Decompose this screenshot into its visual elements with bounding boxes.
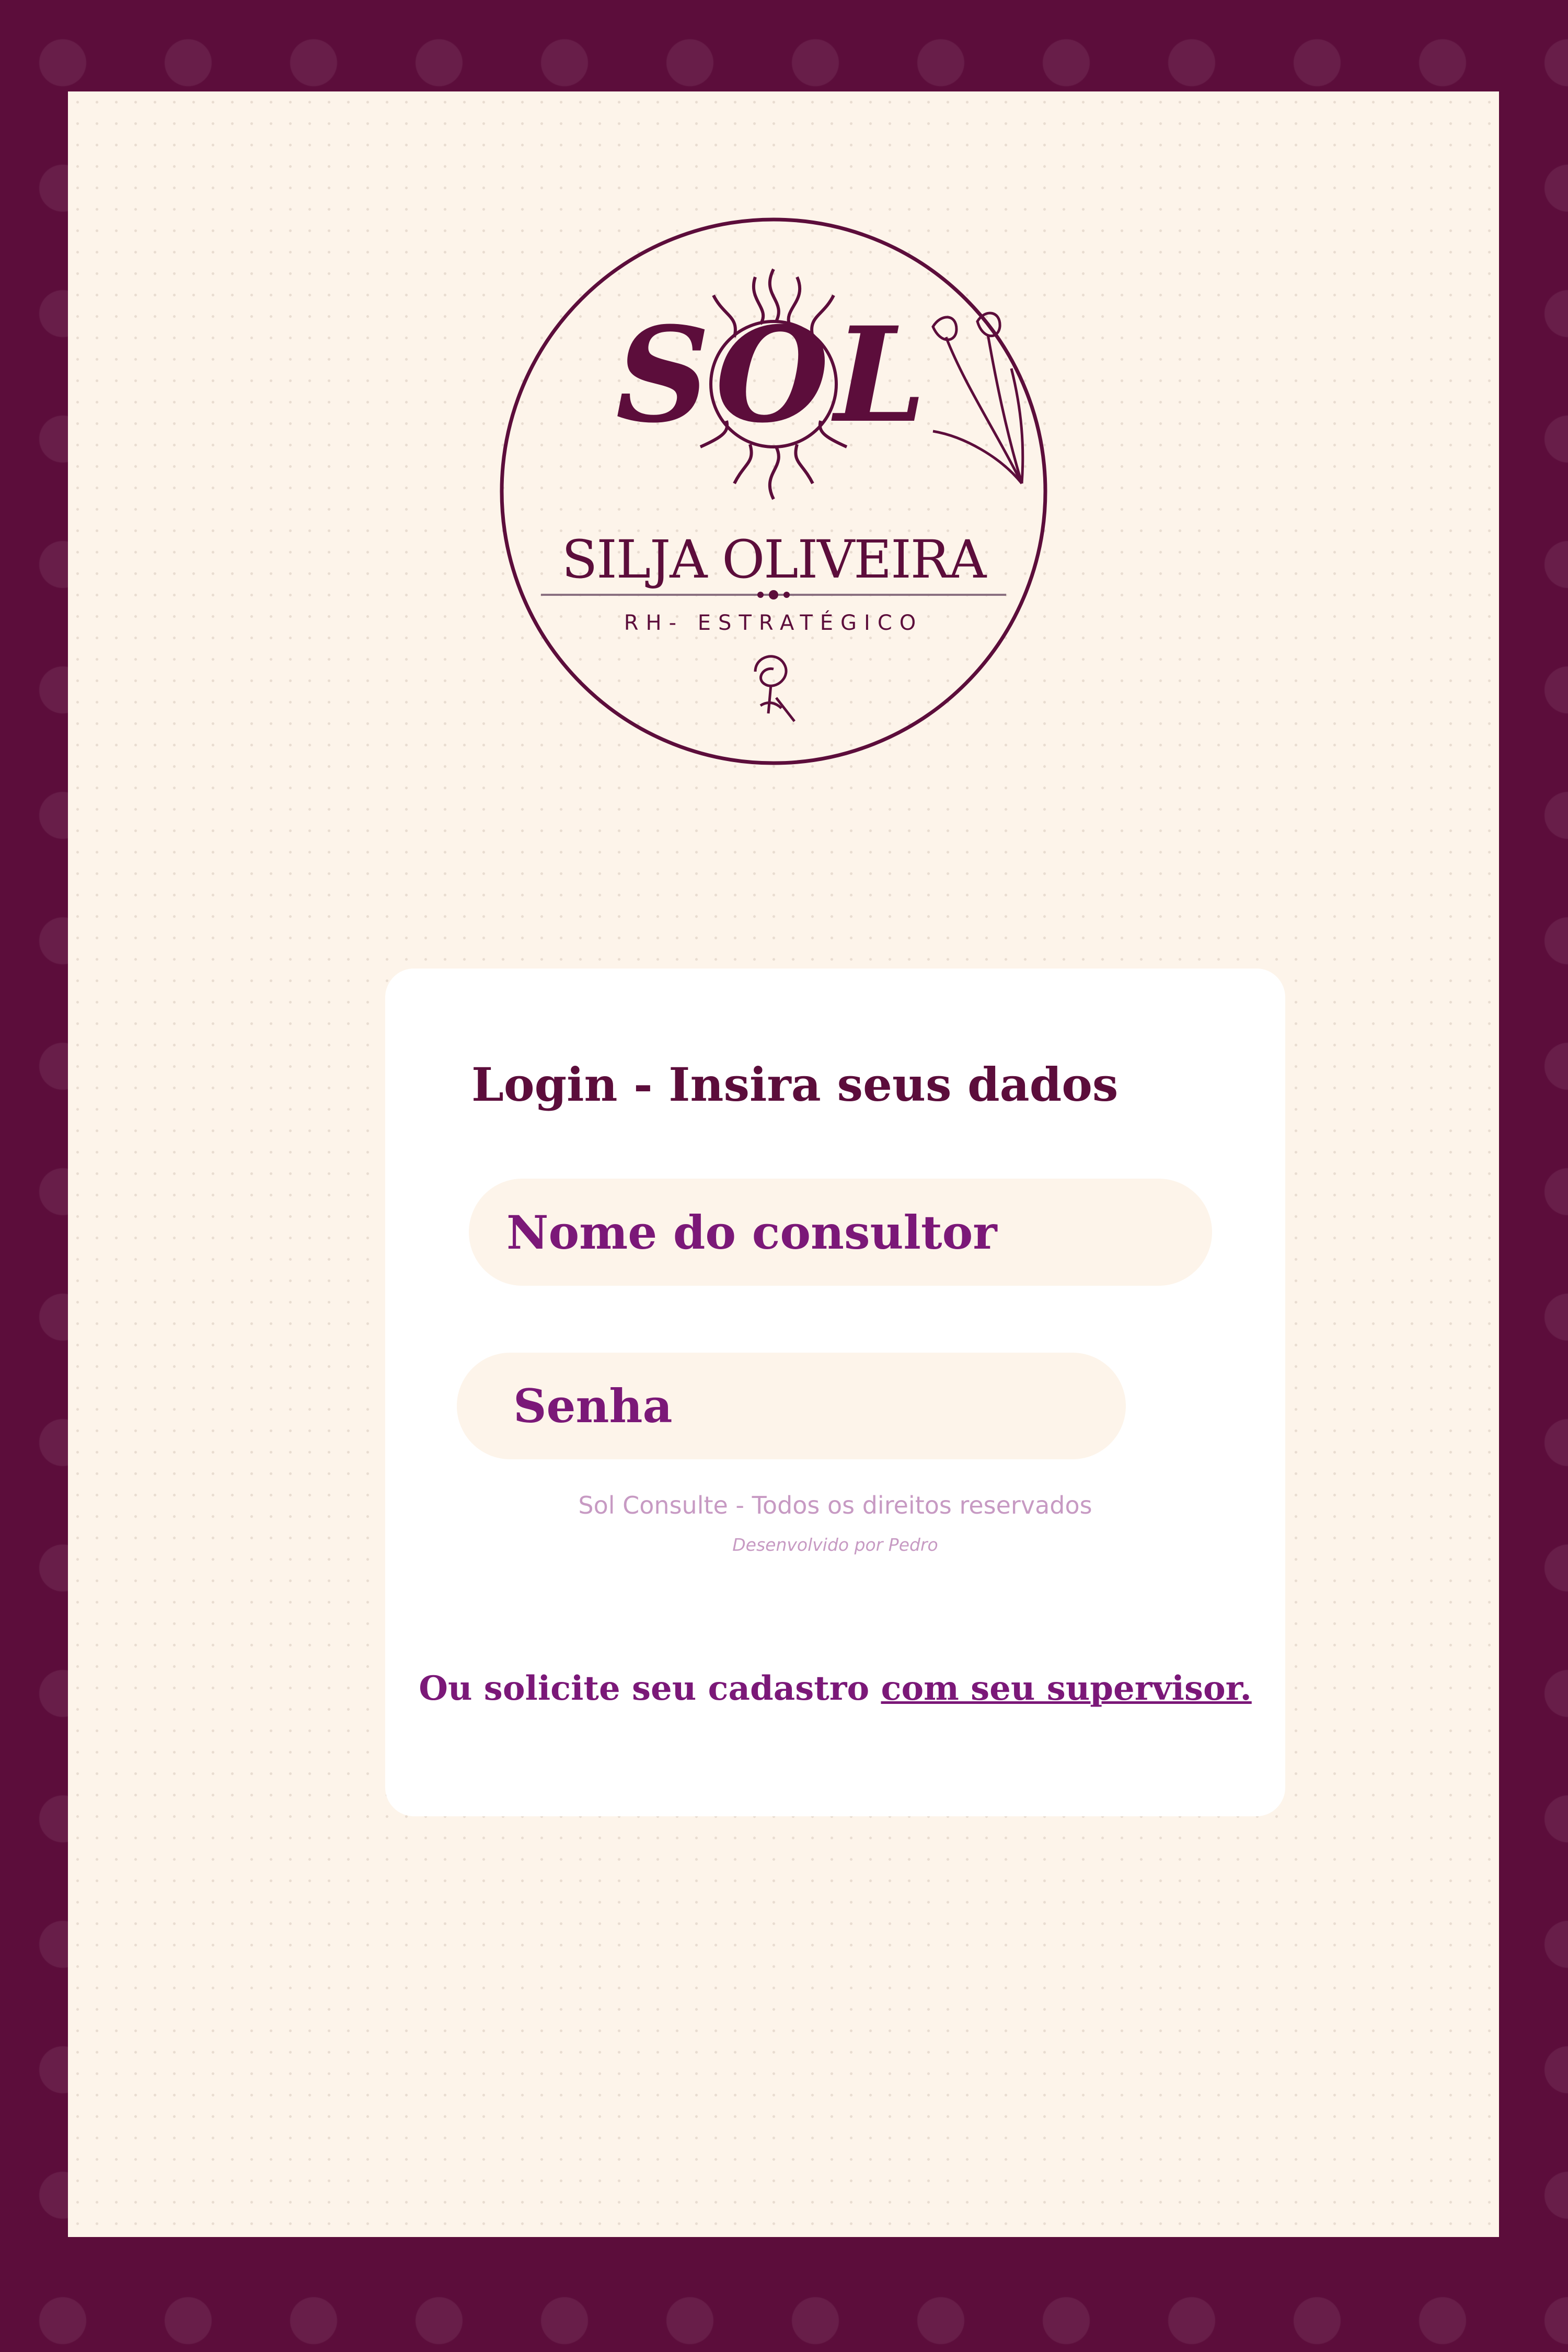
supervisor-link[interactable]: com seu supervisor. bbox=[881, 1669, 1251, 1708]
login-screen: { "logo": { "monogram": "SOL", "name": "… bbox=[0, 0, 1568, 2352]
logo-monogram: SOL bbox=[616, 298, 931, 452]
page-panel: SOL SILJA OLIVEIRA RH- ESTRATÉGICO Login… bbox=[68, 91, 1499, 2237]
login-card: Login - Insira seus dados Sol Consulte -… bbox=[385, 969, 1285, 1816]
signup-message: Ou solicite seu cadastro com seu supervi… bbox=[385, 1669, 1285, 1708]
logo-tagline: RH- ESTRATÉGICO bbox=[624, 610, 923, 635]
consultant-name-input[interactable] bbox=[469, 1179, 1212, 1286]
login-heading: Login - Insira seus dados bbox=[471, 1057, 1119, 1112]
developer-credit: Desenvolvido por Pedro bbox=[732, 1535, 938, 1555]
logo: SOL SILJA OLIVEIRA RH- ESTRATÉGICO bbox=[500, 217, 1047, 765]
copyright-text: Sol Consulte - Todos os direitos reserva… bbox=[578, 1491, 1092, 1519]
password-input[interactable] bbox=[457, 1353, 1126, 1459]
flower-icon bbox=[931, 312, 1024, 485]
signup-prefix: Ou solicite seu cadastro bbox=[419, 1669, 881, 1708]
ornament-icon bbox=[757, 590, 790, 599]
rose-icon bbox=[754, 655, 795, 722]
logo-name: SILJA OLIVEIRA bbox=[562, 529, 987, 590]
